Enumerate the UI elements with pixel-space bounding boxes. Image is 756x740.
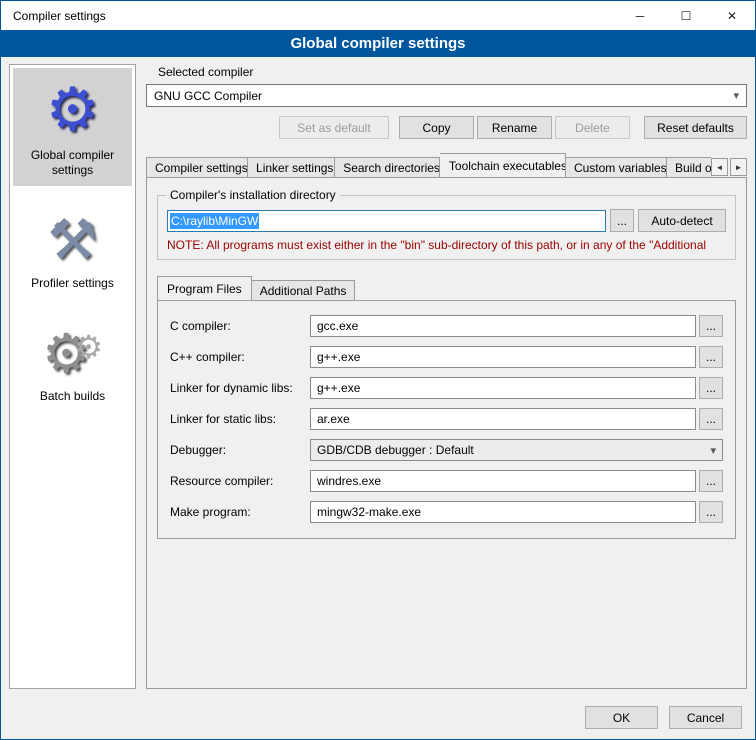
close-icon: ✕	[727, 9, 737, 23]
maximize-button[interactable]: ☐	[663, 1, 709, 30]
toolchain-executables-panel: Compiler's installation directory C:\ray…	[146, 177, 747, 689]
selected-compiler-dropdown[interactable]: GNU GCC Compiler ▾	[146, 84, 747, 107]
tab-scroll-buttons: ◄ ►	[711, 158, 747, 178]
field-row-resource-compiler: Resource compiler: windres.exe ...	[170, 470, 723, 492]
field-row-cpp-compiler: C++ compiler: g++.exe ...	[170, 346, 723, 368]
installation-directory-browse-button[interactable]: ...	[610, 209, 634, 232]
cpp-compiler-value: g++.exe	[317, 350, 360, 364]
linker-static-value: ar.exe	[317, 412, 350, 426]
rename-button[interactable]: Rename	[477, 116, 552, 139]
linker-dynamic-label: Linker for dynamic libs:	[170, 381, 310, 395]
resource-compiler-input[interactable]: windres.exe	[310, 470, 696, 492]
c-compiler-browse-button[interactable]: ...	[699, 315, 723, 337]
settings-sidebar: ⚙ Global compiler settings ⚒ Profiler se…	[9, 64, 136, 689]
selected-compiler-label: Selected compiler	[158, 65, 747, 79]
settings-tab-strip: Compiler settings Linker settings Search…	[146, 153, 747, 178]
make-program-label: Make program:	[170, 505, 310, 519]
c-compiler-input[interactable]: gcc.exe	[310, 315, 696, 337]
debugger-label: Debugger:	[170, 443, 310, 457]
close-button[interactable]: ✕	[709, 1, 755, 30]
compiler-settings-dialog: Compiler settings ─ ☐ ✕ Global compiler …	[0, 0, 756, 740]
linker-static-label: Linker for static libs:	[170, 412, 310, 426]
installation-directory-group: Compiler's installation directory C:\ray…	[157, 195, 736, 260]
chevron-down-icon: ▾	[710, 444, 716, 457]
debugger-dropdown[interactable]: GDB/CDB debugger : Default ▾	[310, 439, 723, 461]
make-program-input[interactable]: mingw32-make.exe	[310, 501, 696, 523]
sidebar-item-label: Profiler settings	[31, 276, 114, 291]
tab-linker-settings[interactable]: Linker settings	[248, 157, 335, 178]
c-compiler-value: gcc.exe	[317, 319, 358, 333]
delete-button[interactable]: Delete	[555, 116, 630, 139]
arrow-right-icon: ►	[735, 163, 743, 172]
cancel-button[interactable]: Cancel	[669, 706, 742, 729]
tab-scroll-right-button[interactable]: ►	[730, 158, 747, 176]
cpp-compiler-label: C++ compiler:	[170, 350, 310, 364]
set-as-default-button[interactable]: Set as default	[279, 116, 389, 139]
profiler-tool-icon: ⚒	[47, 202, 97, 268]
tab-search-directories[interactable]: Search directories	[335, 157, 440, 178]
sidebar-item-global-compiler-settings[interactable]: ⚙ Global compiler settings	[13, 68, 132, 186]
resource-compiler-label: Resource compiler:	[170, 474, 310, 488]
installation-directory-value: C:\raylib\MinGW	[170, 213, 259, 229]
installation-directory-input[interactable]: C:\raylib\MinGW	[167, 210, 606, 232]
sidebar-item-label: Global compiler settings	[15, 148, 130, 178]
window-title: Compiler settings	[1, 9, 106, 23]
program-files-tab-strip: Program Files Additional Paths	[157, 276, 736, 301]
page-title: Global compiler settings	[1, 30, 755, 57]
field-row-linker-static: Linker for static libs: ar.exe ...	[170, 408, 723, 430]
installation-directory-row: C:\raylib\MinGW ... Auto-detect	[167, 209, 726, 232]
installation-directory-group-title: Compiler's installation directory	[166, 188, 340, 202]
linker-dynamic-browse-button[interactable]: ...	[699, 377, 723, 399]
auto-detect-button[interactable]: Auto-detect	[638, 209, 726, 232]
selected-compiler-value: GNU GCC Compiler	[154, 89, 262, 103]
tab-additional-paths[interactable]: Additional Paths	[252, 280, 356, 301]
linker-dynamic-input[interactable]: g++.exe	[310, 377, 696, 399]
maximize-icon: ☐	[681, 9, 692, 23]
chevron-down-icon: ▾	[733, 89, 739, 102]
make-program-browse-button[interactable]: ...	[699, 501, 723, 523]
tab-scroll-left-button[interactable]: ◄	[711, 158, 728, 176]
gears-icon: ⚙⚙	[42, 315, 103, 381]
dialog-content: ⚙ Global compiler settings ⚒ Profiler se…	[1, 57, 755, 696]
linker-dynamic-value: g++.exe	[317, 381, 360, 395]
reset-defaults-button[interactable]: Reset defaults	[644, 116, 747, 139]
ok-button[interactable]: OK	[585, 706, 658, 729]
sidebar-item-label: Batch builds	[40, 389, 105, 404]
resource-compiler-browse-button[interactable]: ...	[699, 470, 723, 492]
c-compiler-label: C compiler:	[170, 319, 310, 333]
arrow-left-icon: ◄	[716, 163, 724, 172]
title-bar[interactable]: Compiler settings ─ ☐ ✕	[1, 1, 755, 30]
linker-static-browse-button[interactable]: ...	[699, 408, 723, 430]
debugger-value: GDB/CDB debugger : Default	[317, 443, 474, 457]
sidebar-item-batch-builds[interactable]: ⚙⚙ Batch builds	[13, 309, 132, 412]
tab-custom-variables[interactable]: Custom variables	[566, 157, 667, 178]
resource-compiler-value: windres.exe	[317, 474, 381, 488]
dialog-footer: OK Cancel	[1, 696, 755, 739]
make-program-value: mingw32-make.exe	[317, 505, 421, 519]
minimize-icon: ─	[636, 9, 645, 23]
compiler-action-buttons: Set as default Copy Rename Delete Reset …	[146, 116, 747, 139]
main-panel: Selected compiler GNU GCC Compiler ▾ Set…	[146, 64, 747, 689]
tab-program-files[interactable]: Program Files	[157, 276, 252, 301]
tab-build-options[interactable]: Build options	[667, 157, 711, 178]
field-row-debugger: Debugger: GDB/CDB debugger : Default ▾	[170, 439, 723, 461]
cpp-compiler-input[interactable]: g++.exe	[310, 346, 696, 368]
field-row-linker-dynamic: Linker for dynamic libs: g++.exe ...	[170, 377, 723, 399]
field-row-c-compiler: C compiler: gcc.exe ...	[170, 315, 723, 337]
field-row-make-program: Make program: mingw32-make.exe ...	[170, 501, 723, 523]
caption-buttons: ─ ☐ ✕	[617, 1, 755, 30]
linker-static-input[interactable]: ar.exe	[310, 408, 696, 430]
program-files-panel: C compiler: gcc.exe ... C++ compiler: g+…	[157, 300, 736, 539]
sidebar-item-profiler-settings[interactable]: ⚒ Profiler settings	[13, 196, 132, 299]
tab-toolchain-executables[interactable]: Toolchain executables	[440, 153, 566, 178]
minimize-button[interactable]: ─	[617, 1, 663, 30]
gear-icon: ⚙	[46, 74, 100, 140]
tab-compiler-settings[interactable]: Compiler settings	[146, 157, 248, 178]
copy-button[interactable]: Copy	[399, 116, 474, 139]
cpp-compiler-browse-button[interactable]: ...	[699, 346, 723, 368]
note-text: NOTE: All programs must exist either in …	[167, 238, 726, 252]
